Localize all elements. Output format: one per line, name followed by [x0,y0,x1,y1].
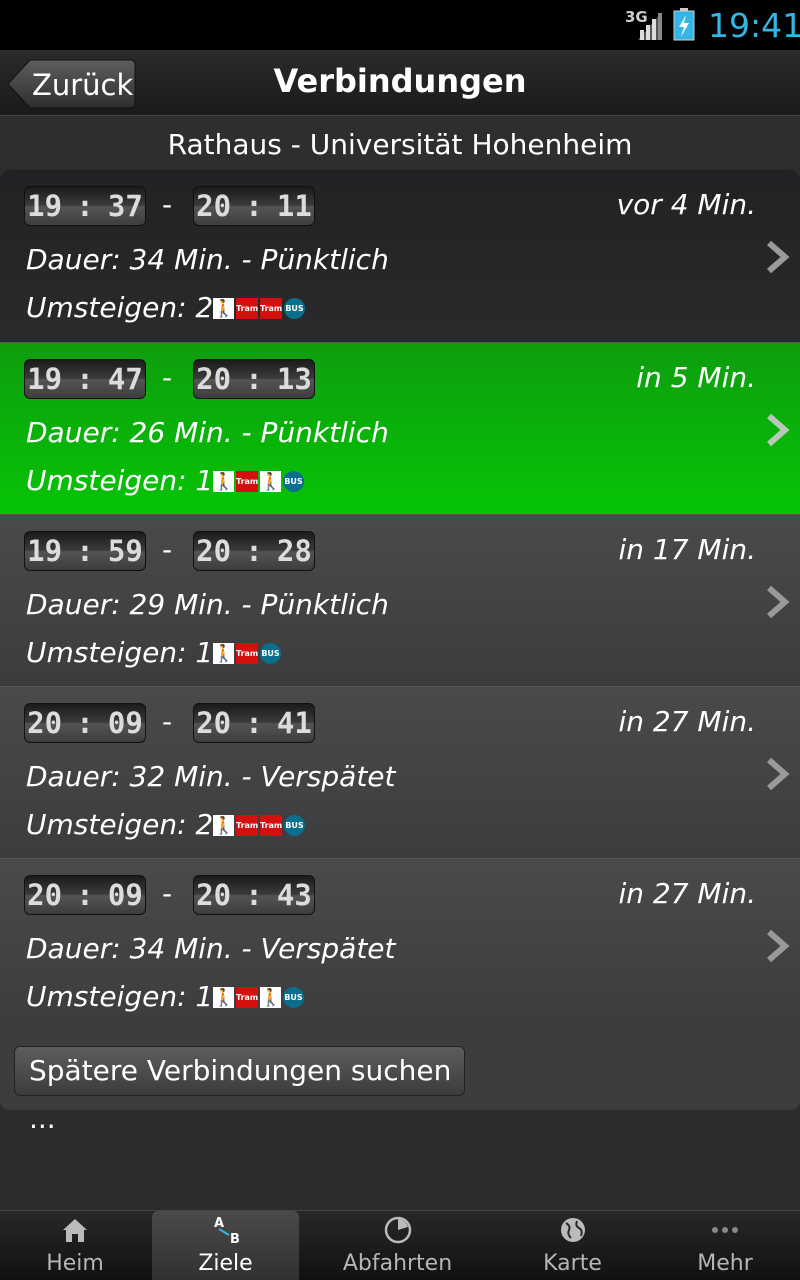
later-connections-button[interactable]: Spätere Verbindungen suchen ... [14,1046,465,1135]
arrival-time: 20:13 [193,359,315,399]
duration-status: Dauer: 34 Min. - Pünktlich [26,243,389,276]
app-header: Zurück Verbindungen [0,50,800,116]
connection-row[interactable]: 19:37 - 20:11 vor 4 Min. Dauer: 34 Min. … [0,170,800,342]
transfers: Umsteigen: 1 [26,636,214,669]
transport-modes: 🚶 Tram 🚶 BUS [213,987,304,1009]
home-icon [63,1219,87,1242]
departure-time: 19:59 [24,531,146,571]
departure-time: 19:37 [24,186,146,226]
relative-time: in 27 Min. [618,877,756,910]
connection-row[interactable]: 19:59 - 20:28 in 17 Min. Dauer: 29 Min. … [0,514,800,686]
bus-icon: BUS [284,815,305,836]
tab-karte[interactable]: Karte [500,1211,645,1280]
a-to-b-icon: A B [214,1216,240,1245]
duration-status: Dauer: 29 Min. - Pünktlich [26,588,389,621]
transfers: Umsteigen: 2 [26,291,214,324]
svg-text:A: A [214,1216,224,1231]
tab-bar: Heim A B Ziele Abfahrten Karte Mehr [0,1210,800,1280]
bus-icon: BUS [283,471,304,492]
page-title: Verbindungen [273,62,527,100]
departure-time: 20:09 [24,875,146,915]
time-dash: - [162,361,173,394]
tram-icon: Tram [236,298,258,319]
transport-modes: 🚶 Tram BUS [213,643,281,665]
bus-icon: BUS [260,643,281,664]
tram-icon: Tram [236,643,258,664]
walk-icon: 🚶 [213,815,235,836]
bus-icon: BUS [283,987,304,1008]
arrival-time: 20:28 [193,531,315,571]
walk-icon: 🚶 [213,987,235,1008]
svg-text:B: B [230,1232,240,1245]
connection-row[interactable]: 20:09 - 20:41 in 27 Min. Dauer: 32 Min. … [0,686,800,858]
status-clock: 19:41 [708,6,800,45]
walk-icon: 🚶 [260,987,282,1008]
relative-time: in 5 Min. [636,361,756,394]
walk-icon: 🚶 [213,643,235,664]
duration-status: Dauer: 26 Min. - Pünktlich [26,416,389,449]
chevron-right-icon [767,240,790,274]
arrival-time: 20:41 [193,703,315,743]
departure-time: 20:09 [24,703,146,743]
tab-mehr[interactable]: Mehr [650,1211,800,1280]
connection-row-selected[interactable]: 19:47 - 20:13 in 5 Min. Dauer: 26 Min. -… [0,342,800,514]
transfers: Umsteigen: 1 [26,464,214,497]
walk-icon: 🚶 [213,471,235,492]
time-dash: - [162,705,173,738]
battery-charging-icon [673,8,695,41]
connection-row[interactable]: 20:09 - 20:43 in 27 Min. Dauer: 34 Min. … [0,858,800,1030]
connection-list: 19:37 - 20:11 vor 4 Min. Dauer: 34 Min. … [0,170,800,1110]
tab-heim[interactable]: Heim [0,1211,150,1280]
transport-modes: 🚶 Tram 🚶 BUS [213,471,304,493]
tram-icon: Tram [236,815,258,836]
time-dash: - [162,877,173,910]
route-title: Rathaus - Universität Hohenheim [0,117,800,169]
transfers: Umsteigen: 2 [26,808,214,841]
tram-icon: Tram [236,471,258,492]
duration-status: Dauer: 34 Min. - Verspätet [26,932,396,965]
status-bar: 3G 19:41 [0,0,800,50]
chevron-right-icon [767,585,790,619]
tab-ziele[interactable]: A B Ziele [152,1211,299,1280]
tram-icon: Tram [260,815,282,836]
relative-time: in 27 Min. [618,705,756,738]
arrival-time: 20:11 [193,186,315,226]
arrival-time: 20:43 [193,875,315,915]
clock-pie-icon [384,1216,411,1244]
chevron-right-icon [767,929,790,963]
transfers: Umsteigen: 1 [26,980,214,1013]
chevron-right-icon [767,757,790,791]
tab-abfahrten[interactable]: Abfahrten [320,1211,475,1280]
departure-time: 19:47 [24,359,146,399]
walk-icon: 🚶 [213,298,235,319]
chevron-right-icon [767,413,790,447]
globe-icon [560,1218,585,1242]
signal-icon [638,12,662,40]
more-dots-icon [712,1227,738,1233]
walk-icon: 🚶 [260,471,282,492]
transport-modes: 🚶 Tram Tram BUS [213,298,305,320]
time-dash: - [162,533,173,566]
transport-modes: 🚶 Tram Tram BUS [213,815,305,837]
relative-time: in 17 Min. [618,533,756,566]
tram-icon: Tram [236,987,258,1008]
bus-icon: BUS [284,298,305,319]
relative-time: vor 4 Min. [616,188,756,221]
time-dash: - [162,188,173,221]
duration-status: Dauer: 32 Min. - Verspätet [26,760,396,793]
tram-icon: Tram [260,298,282,319]
